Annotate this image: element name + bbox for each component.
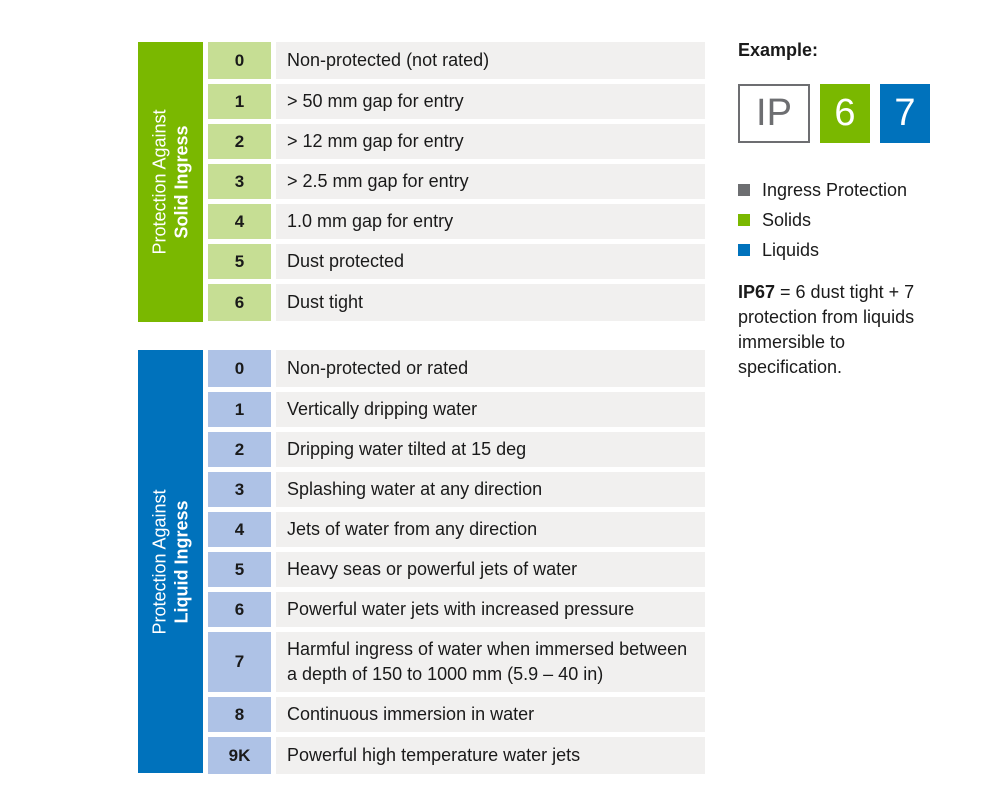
rating-code: 0 [208, 350, 271, 387]
example-title: Example: [738, 40, 819, 60]
legend-label: Solids [762, 209, 812, 230]
rating-description: Dust tight [276, 284, 705, 321]
rating-description: Powerful high temperature water jets [276, 737, 705, 774]
table-row: 0 Non-protected or rated [208, 350, 705, 387]
liquid-label-light: Protection Against [149, 488, 170, 635]
legend-item-ingress: Ingress Protection [738, 175, 907, 205]
legend-item-solids: Solids [738, 205, 907, 235]
table-row: 7 Harmful ingress of water when immersed… [208, 632, 705, 692]
liquid-label-bold: Liquid Ingress [171, 500, 192, 624]
example-note: IP67 = 6 dust tight + 7 protection from … [738, 280, 938, 380]
solid-ingress-label-block: Protection Against Solid Ingress [138, 42, 203, 322]
table-row: 9K Powerful high temperature water jets [208, 737, 705, 774]
rating-code: 2 [208, 432, 271, 467]
legend-swatch-square-icon [738, 244, 750, 256]
rating-code: 1 [208, 392, 271, 427]
rating-code: 4 [208, 512, 271, 547]
legend: Ingress Protection Solids Liquids [738, 175, 907, 265]
legend-item-liquids: Liquids [738, 235, 907, 265]
legend-swatch-square-icon [738, 214, 750, 226]
rating-description: Splashing water at any direction [276, 472, 705, 507]
rating-code: 4 [208, 204, 271, 239]
rating-description: > 2.5 mm gap for entry [276, 164, 705, 199]
rating-description: 1.0 mm gap for entry [276, 204, 705, 239]
liquid-ingress-label-block: Protection Against Liquid Ingress [138, 350, 203, 773]
table-row: 4 1.0 mm gap for entry [208, 204, 705, 239]
rating-code: 9K [208, 737, 271, 774]
table-row: 2 > 12 mm gap for entry [208, 124, 705, 159]
rating-description: Powerful water jets with increased press… [276, 592, 705, 627]
solid-label-bold: Solid Ingress [171, 125, 192, 239]
rating-code: 5 [208, 552, 271, 587]
table-row: 6 Powerful water jets with increased pre… [208, 592, 705, 627]
rating-description: Heavy seas or powerful jets of water [276, 552, 705, 587]
table-row: 8 Continuous immersion in water [208, 697, 705, 732]
table-row: 3 > 2.5 mm gap for entry [208, 164, 705, 199]
rating-description: Dust protected [276, 244, 705, 279]
solid-label-light: Protection Against [149, 109, 170, 255]
rating-code: 8 [208, 697, 271, 732]
rating-code: 3 [208, 472, 271, 507]
rating-code: 5 [208, 244, 271, 279]
rating-code: 0 [208, 42, 271, 79]
legend-label: Liquids [762, 239, 820, 260]
table-row: 6 Dust tight [208, 284, 705, 321]
liquid-digit-badge: 7 [880, 84, 930, 143]
rating-code: 6 [208, 284, 271, 321]
rating-description: Non-protected (not rated) [276, 42, 705, 79]
rating-description: Harmful ingress of water when immersed b… [276, 632, 705, 692]
table-row: 3 Splashing water at any direction [208, 472, 705, 507]
rating-description: Jets of water from any direction [276, 512, 705, 547]
table-row: 5 Dust protected [208, 244, 705, 279]
rating-description: > 50 mm gap for entry [276, 84, 705, 119]
rating-code: 7 [208, 632, 271, 692]
solid-rows: 0 Non-protected (not rated) 1 > 50 mm ga… [208, 42, 705, 326]
rating-description: > 12 mm gap for entry [276, 124, 705, 159]
table-row: 1 Vertically dripping water [208, 392, 705, 427]
rating-description: Non-protected or rated [276, 350, 705, 387]
rating-description: Dripping water tilted at 15 deg [276, 432, 705, 467]
rating-code: 1 [208, 84, 271, 119]
table-row: 0 Non-protected (not rated) [208, 42, 705, 79]
note-code: IP67 [738, 282, 776, 302]
table-row: 1 > 50 mm gap for entry [208, 84, 705, 119]
example-panel: Example: IP 6 7 Ingress Protection Solid… [738, 40, 978, 377]
rating-code: 6 [208, 592, 271, 627]
table-row: 5 Heavy seas or powerful jets of water [208, 552, 705, 587]
rating-code: 3 [208, 164, 271, 199]
solid-digit-badge: 6 [820, 84, 870, 143]
rating-description: Continuous immersion in water [276, 697, 705, 732]
rating-code: 2 [208, 124, 271, 159]
rating-description: Vertically dripping water [276, 392, 705, 427]
legend-label: Ingress Protection [762, 179, 908, 200]
liquid-rows: 0 Non-protected or rated 1 Vertically dr… [208, 350, 705, 779]
legend-swatch-square-icon [738, 184, 750, 196]
table-row: 2 Dripping water tilted at 15 deg [208, 432, 705, 467]
ip-badge: IP [738, 84, 810, 143]
table-row: 4 Jets of water from any direction [208, 512, 705, 547]
